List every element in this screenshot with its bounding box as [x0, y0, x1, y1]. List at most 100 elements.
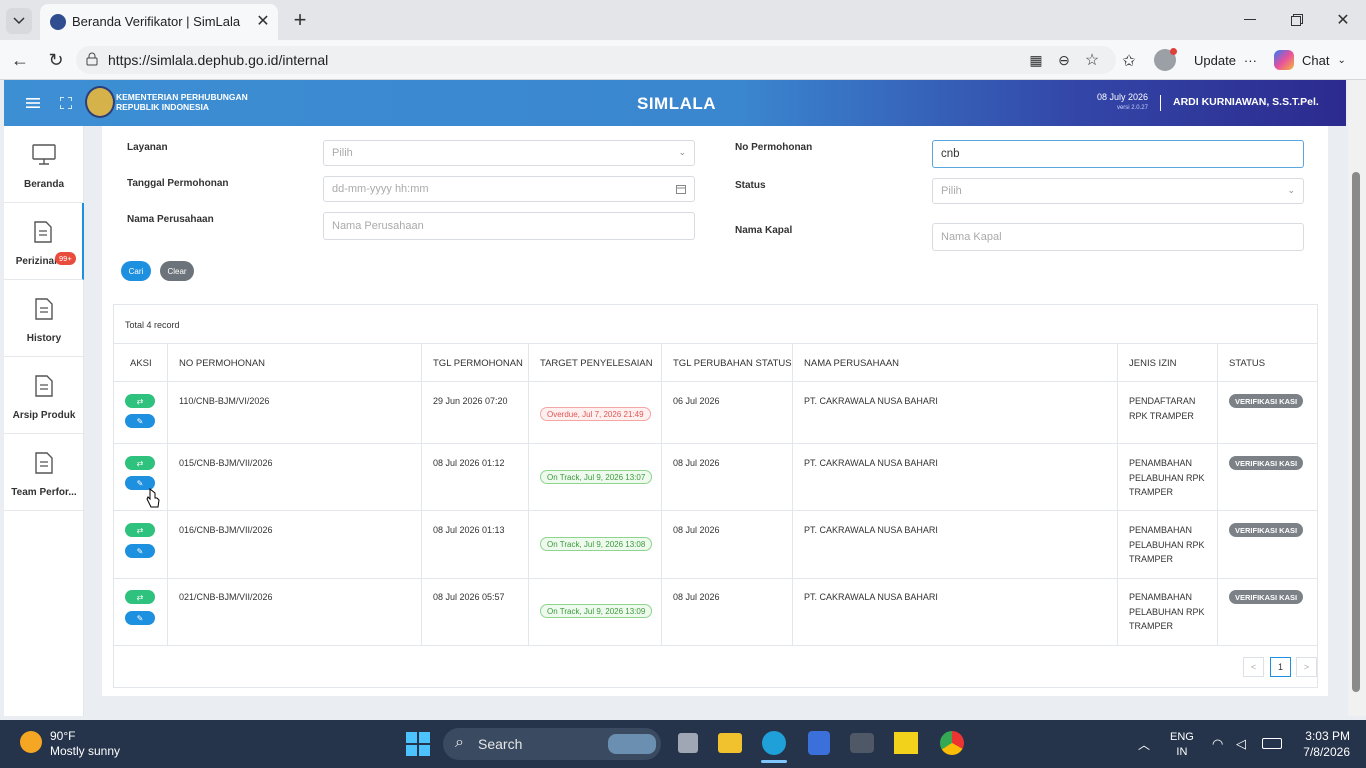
- taskbar-search[interactable]: ⌕ Search: [443, 728, 661, 760]
- tab-list-icon[interactable]: [6, 8, 32, 34]
- layanan-select[interactable]: Pilih ⌄: [323, 140, 695, 166]
- favorite-star-icon[interactable]: ☆: [1082, 50, 1102, 70]
- process-button[interactable]: ⇄: [125, 590, 155, 604]
- wifi-icon[interactable]: ◠: [1212, 736, 1223, 752]
- col-divider: [1117, 343, 1118, 645]
- apps-icon[interactable]: ▦: [1026, 50, 1046, 70]
- camera-icon[interactable]: [850, 733, 874, 753]
- new-tab-icon[interactable]: +: [288, 7, 312, 32]
- header-tgl-permohonan[interactable]: TGL PERMOHONAN: [433, 358, 523, 369]
- swap-icon: ⇄: [136, 592, 144, 602]
- more-icon: ···: [1243, 52, 1257, 68]
- browser-tab-active[interactable]: Beranda Verifikator | SimLala ✕: [40, 4, 278, 40]
- minimize-icon[interactable]: [1240, 10, 1260, 30]
- app-icon[interactable]: [808, 731, 830, 755]
- col-divider: [167, 343, 168, 645]
- perusahaan-input[interactable]: Nama Perusahaan: [323, 212, 695, 240]
- edit-button[interactable]: ✎: [125, 544, 155, 558]
- hamburger-menu-icon[interactable]: [24, 94, 42, 112]
- clock-date[interactable]: 7/8/2026: [1290, 745, 1350, 759]
- weather-temp[interactable]: 90°F: [50, 729, 75, 743]
- document-icon: [34, 221, 52, 243]
- close-tab-icon[interactable]: ✕: [254, 12, 272, 30]
- edit-button[interactable]: ✎: [125, 414, 155, 428]
- clock-time[interactable]: 3:03 PM: [1300, 729, 1350, 743]
- sidebar: Beranda Perizinan 99+ History Arsip Prod…: [4, 126, 84, 716]
- row-3-perusahaan: PT. CAKRAWALA NUSA BAHARI: [804, 525, 938, 535]
- row-1-no[interactable]: 110/CNB-BJM/VI/2026: [179, 394, 269, 409]
- pagination-page-1[interactable]: 1: [1270, 657, 1291, 677]
- close-window-icon[interactable]: ✕: [1333, 10, 1353, 30]
- header-target-penyelesaian[interactable]: TARGET PENYELESAIAN: [540, 358, 653, 369]
- back-icon[interactable]: ←: [8, 48, 32, 72]
- sidebar-item-history[interactable]: History: [4, 280, 84, 357]
- header-nama-perusahaan[interactable]: NAMA PERUSAHAAN: [804, 358, 899, 369]
- file-explorer-icon[interactable]: [718, 733, 742, 753]
- task-view-icon[interactable]: [678, 733, 698, 753]
- chevron-up-icon[interactable]: ︿: [1138, 736, 1150, 753]
- clear-button[interactable]: Clear: [160, 261, 194, 281]
- chevron-down-icon: ⌄: [678, 147, 686, 157]
- sidebar-item-beranda[interactable]: Beranda: [4, 126, 84, 203]
- pagination-next[interactable]: >: [1296, 657, 1317, 677]
- refresh-icon[interactable]: ↻: [44, 48, 68, 72]
- sidebar-item-arsip-produk[interactable]: Arsip Produk: [4, 357, 84, 434]
- chrome-icon[interactable]: [940, 731, 964, 755]
- restore-icon[interactable]: [1287, 10, 1307, 30]
- copilot-chat-button[interactable]: Chat ⌄: [1268, 46, 1362, 74]
- sticky-notes-icon[interactable]: [894, 732, 918, 754]
- user-name[interactable]: ARDI KURNIAWAN, S.S.T.Pel.: [1173, 96, 1319, 108]
- cari-button[interactable]: Cari: [121, 261, 151, 281]
- process-button[interactable]: ⇄: [125, 523, 155, 537]
- language-indicator[interactable]: ENG IN: [1170, 730, 1194, 760]
- row-3-jenis: PENAMBAHAN PELABUHAN RPK TRAMPER: [1129, 523, 1205, 567]
- weather-desc[interactable]: Mostly sunny: [50, 744, 120, 758]
- process-button[interactable]: ⇄: [125, 456, 155, 470]
- chevron-down-icon: ⌄: [1287, 185, 1295, 195]
- row-4-perusahaan: PT. CAKRAWALA NUSA BAHARI: [804, 592, 938, 602]
- nama-kapal-input[interactable]: Nama Kapal: [932, 223, 1304, 251]
- row-2-target-badge: On Track, Jul 9, 2026 13:07: [540, 470, 653, 484]
- page-scrollbar[interactable]: [1348, 80, 1366, 716]
- windows-start-icon[interactable]: [406, 732, 430, 756]
- row-divider: [114, 510, 1317, 511]
- edge-browser-icon[interactable]: [762, 731, 786, 755]
- document-icon: [35, 452, 53, 474]
- process-button[interactable]: ⇄: [125, 394, 155, 408]
- row-3-no[interactable]: 016/CNB-BJM/VII/2026: [179, 523, 273, 538]
- chat-label: Chat: [1302, 52, 1330, 68]
- header-jenis-izin[interactable]: JENIS IZIN: [1129, 358, 1177, 369]
- header-no-permohonan[interactable]: NO PERMOHONAN: [179, 358, 265, 369]
- status-select[interactable]: Pilih ⌄: [932, 178, 1304, 204]
- no-permohonan-input[interactable]: cnb: [932, 140, 1304, 168]
- row-4-no[interactable]: 021/CNB-BJM/VII/2026: [179, 590, 273, 605]
- tanggal-input[interactable]: dd-mm-yyyy hh:mm: [323, 176, 695, 202]
- sidebar-item-perizinan[interactable]: Perizinan 99+: [4, 203, 84, 280]
- weather-sun-icon: [20, 731, 42, 753]
- org-name: KEMENTERIAN PERHUBUNGAN REPUBLIK INDONES…: [116, 92, 248, 112]
- profile-avatar[interactable]: [1154, 48, 1177, 71]
- tanggal-placeholder: dd-mm-yyyy hh:mm: [332, 183, 429, 195]
- row-2-no[interactable]: 015/CNB-BJM/VII/2026: [179, 456, 273, 471]
- row-2-jenis-line: TRAMPER: [1129, 487, 1174, 497]
- scrollbar-thumb[interactable]: [1352, 172, 1360, 692]
- tanggal-label: Tanggal Permohonan: [127, 178, 229, 189]
- monitor-icon: [32, 144, 56, 165]
- speaker-icon[interactable]: ◁: [1236, 736, 1246, 752]
- row-1-status-badge: VERIFIKASI KASI: [1229, 394, 1304, 408]
- update-button[interactable]: Update ···: [1186, 46, 1262, 74]
- row-divider: [114, 645, 1317, 646]
- edit-icon: ✎: [136, 613, 144, 623]
- sidebar-item-team-performance[interactable]: Team Perfor...: [4, 434, 84, 511]
- battery-icon[interactable]: [1262, 738, 1282, 749]
- fullscreen-icon[interactable]: [57, 94, 75, 112]
- favorites-icon[interactable]: ✩: [1118, 50, 1140, 72]
- url-bar[interactable]: https://simlala.dephub.go.id/internal ▦ …: [76, 46, 1116, 74]
- edit-button[interactable]: ✎: [125, 611, 155, 625]
- header-tgl-perubahan-status[interactable]: TGL PERUBAHAN STATUS: [673, 358, 792, 369]
- header-status[interactable]: STATUS: [1229, 358, 1265, 369]
- sidebar-label-team-performance: Team Perfor...: [11, 487, 77, 498]
- pagination-prev[interactable]: <: [1243, 657, 1264, 677]
- col-divider: [528, 343, 529, 645]
- zoom-icon[interactable]: ⊖: [1054, 50, 1074, 70]
